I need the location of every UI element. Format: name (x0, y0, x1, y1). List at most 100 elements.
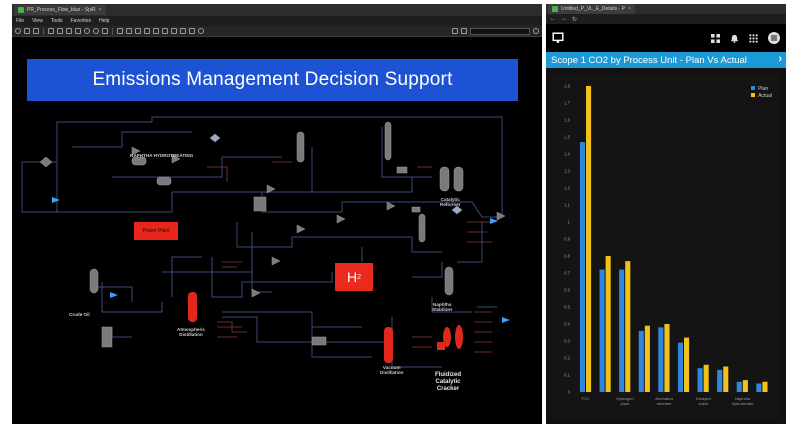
y-tick-label: 0.7 (564, 271, 570, 276)
right-browser-tab[interactable]: Untitled_P_VL_E_Details - P × (548, 4, 635, 14)
tab-favicon-icon (18, 7, 24, 13)
x-tick-label: Hydrogen plant (616, 396, 633, 406)
bar-plan-0[interactable] (579, 142, 586, 392)
x-tick-label: Naphtha hydrotreater (732, 396, 754, 406)
bar-plan-2[interactable] (619, 269, 625, 392)
layout-icon[interactable] (452, 28, 458, 34)
process-flow-canvas[interactable]: Emissions Management Decision Support NA… (12, 37, 542, 424)
close-tab-icon[interactable]: × (628, 6, 631, 12)
y-tick-label: 0.9 (564, 237, 570, 242)
bell-icon[interactable] (730, 34, 739, 43)
hydrogen-plant-block[interactable]: H2 (335, 263, 373, 291)
refresh-icon[interactable] (15, 28, 21, 34)
h2-subscript: 2 (357, 273, 362, 281)
y-tick-label: 1.6 (564, 118, 570, 123)
left-browser-tab[interactable]: PR_Process_Flow_blue - SpiR × (14, 5, 106, 15)
bar-actual-1[interactable] (605, 256, 611, 392)
legend-label-plan: Plan (758, 86, 769, 92)
bar-actual-8[interactable] (742, 380, 748, 392)
print-icon[interactable] (24, 28, 30, 34)
back-icon[interactable] (48, 28, 54, 34)
chart-legend: Plan Actual (751, 86, 772, 100)
bar-actual-4[interactable] (664, 324, 670, 392)
right-tab-bar: Untitled_P_VL_E_Details - P × (546, 4, 786, 14)
reload-icon[interactable]: ↻ (572, 16, 577, 23)
y-tick-label: 1.4 (564, 152, 570, 157)
naphtha-stabilizer-label: Naphtha Stabilizer (432, 302, 453, 312)
y-tick-label: 0.6 (564, 288, 570, 293)
menu-help[interactable]: Help (99, 18, 109, 24)
close-tab-icon[interactable]: × (99, 7, 102, 13)
bar-plan-8[interactable] (736, 381, 742, 392)
bar-actual-2[interactable] (625, 261, 631, 392)
header-icons (711, 32, 780, 44)
y-tick-label: 1.3 (564, 169, 570, 174)
y-tick-label: 1.7 (564, 101, 570, 106)
bar-actual-3[interactable] (644, 325, 650, 392)
bar-actual-5[interactable] (684, 337, 690, 392)
power-plant-block[interactable]: Power Plant (134, 222, 178, 240)
search-input[interactable] (470, 27, 530, 35)
naphtha-hydrotreating-label: NAPHTHA HYDROTREATING (130, 153, 194, 158)
process-flow-window: PR_Process_Flow_blue - SpiR × File View … (12, 4, 542, 424)
chart-icon[interactable] (162, 28, 168, 34)
zoom-in-icon[interactable] (84, 28, 90, 34)
forward-arrow-icon[interactable]: → (561, 16, 567, 22)
filter-icon[interactable] (461, 28, 467, 34)
bar-plan-5[interactable] (677, 342, 684, 392)
bar-plan-4[interactable] (658, 327, 664, 392)
toolbar-right (452, 27, 542, 35)
bar-plan-6[interactable] (697, 368, 703, 392)
save-icon[interactable] (33, 28, 39, 34)
y-tick-label: 0.4 (564, 322, 570, 327)
chevron-right-icon[interactable]: › (778, 53, 782, 65)
trend-icon[interactable] (171, 28, 177, 34)
menu-tools[interactable]: Tools (51, 18, 63, 24)
pan-icon[interactable] (135, 28, 141, 34)
bar-plan-9[interactable] (756, 383, 762, 393)
left-tab-title: PR_Process_Flow_blue - SpiR (27, 7, 96, 13)
forward-icon[interactable] (57, 28, 63, 34)
menu-icon[interactable] (768, 32, 780, 44)
help-icon[interactable] (198, 28, 204, 34)
x-tick-label: FCC (582, 396, 590, 401)
menu-favorites[interactable]: Favorites (71, 18, 92, 24)
menu-file[interactable]: File (16, 18, 24, 24)
y-tick-label: 1.1 (564, 203, 570, 208)
alarm-icon[interactable] (180, 28, 186, 34)
bar-plan-7[interactable] (717, 369, 723, 392)
y-tick-label: 0.3 (564, 339, 570, 344)
grid-icon[interactable] (153, 28, 159, 34)
bar-plan-3[interactable] (638, 330, 644, 392)
bar-actual-6[interactable] (703, 364, 709, 392)
comment-icon[interactable] (126, 28, 132, 34)
crude-oil-label: Crude Oil (69, 312, 90, 317)
camera-icon[interactable] (144, 28, 150, 34)
chart-title-bar[interactable]: Scope 1 CO2 by Process Unit - Plan Vs Ac… (546, 52, 786, 68)
app-header (546, 24, 786, 52)
pointer-icon[interactable] (117, 28, 123, 34)
y-tick-label: 0.2 (564, 356, 570, 361)
bar-plan-1[interactable] (599, 269, 605, 392)
lock-icon[interactable] (189, 28, 195, 34)
overview-icon[interactable] (75, 28, 81, 34)
bar-actual-7[interactable] (723, 366, 729, 393)
y-tick-label: 1.2 (564, 186, 570, 191)
bar-actual-0[interactable] (586, 86, 592, 392)
menu-view[interactable]: View (32, 18, 43, 24)
y-tick-label: 0 (568, 390, 571, 395)
y-tick-label: 0.1 (564, 373, 570, 378)
zoom-out-icon[interactable] (93, 28, 99, 34)
home-icon[interactable] (66, 28, 72, 34)
dashboard-icon[interactable] (711, 33, 720, 43)
legend-swatch-actual (751, 93, 756, 97)
monitor-icon[interactable] (552, 32, 564, 44)
back-arrow-icon[interactable]: ← (550, 16, 556, 22)
fit-icon[interactable] (102, 28, 108, 34)
bar-actual-9[interactable] (762, 381, 768, 392)
y-tick-label: 1.5 (564, 135, 570, 140)
search-icon[interactable] (533, 28, 539, 34)
y-tick-label: 0.8 (564, 254, 570, 259)
legend-label-actual: Actual (758, 93, 772, 99)
apps-grid-icon[interactable] (749, 33, 758, 43)
